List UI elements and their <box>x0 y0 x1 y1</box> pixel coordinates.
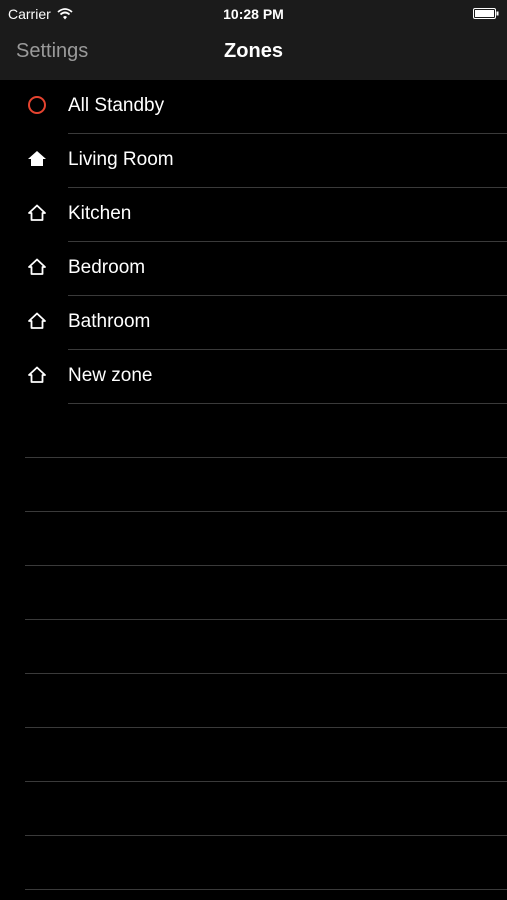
zone-list: All Standby Living Room Kitchen Bedroom … <box>0 80 507 890</box>
empty-row <box>25 728 507 782</box>
page-title: Zones <box>224 40 283 62</box>
standby-circle-icon <box>28 96 46 114</box>
empty-row <box>25 620 507 674</box>
home-outline-icon <box>28 366 46 383</box>
zone-label: Bedroom <box>68 257 146 278</box>
zone-label: All Standby <box>68 95 165 116</box>
status-bar: Carrier 10:28 PM <box>0 0 507 28</box>
empty-row <box>25 674 507 728</box>
zone-row-new-zone[interactable]: New zone <box>28 350 507 404</box>
zone-label: Bathroom <box>68 311 151 332</box>
battery-icon <box>473 8 499 19</box>
home-filled-icon <box>28 151 46 166</box>
zone-label: Living Room <box>68 149 174 170</box>
zone-row-kitchen[interactable]: Kitchen <box>28 188 507 242</box>
home-outline-icon <box>28 258 46 275</box>
empty-row <box>25 566 507 620</box>
empty-row <box>25 512 507 566</box>
empty-row <box>25 836 507 890</box>
top-bar: Carrier 10:28 PM Settings Zones <box>0 0 507 80</box>
empty-row <box>25 782 507 836</box>
zone-label: Kitchen <box>68 203 132 224</box>
zone-label: New zone <box>68 365 153 386</box>
zone-row-bathroom[interactable]: Bathroom <box>28 296 507 350</box>
zone-row-bedroom[interactable]: Bedroom <box>28 242 507 296</box>
zone-row-living-room[interactable]: Living Room <box>28 134 507 188</box>
status-time: 10:28 PM <box>223 6 284 22</box>
empty-row <box>25 458 507 512</box>
navigation-bar: Settings Zones <box>0 28 507 80</box>
home-outline-icon <box>28 312 46 329</box>
zone-row-all-standby[interactable]: All Standby <box>28 80 507 134</box>
home-outline-icon <box>28 204 46 221</box>
empty-row <box>25 404 507 458</box>
